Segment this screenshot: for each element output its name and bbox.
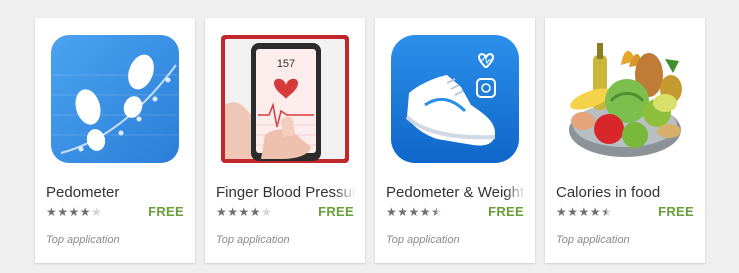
star-icon: ★ — [46, 205, 58, 219]
price-label: FREE — [658, 204, 694, 219]
app-card[interactable]: Calories in food ★★★★★ FREE Top applicat… — [545, 18, 705, 263]
star-icon: ★ — [578, 205, 590, 219]
price-label: FREE — [488, 204, 524, 219]
badge-text: Top application — [216, 234, 290, 246]
star-icon: ★ — [556, 205, 568, 219]
star-icon: ★ — [79, 205, 92, 219]
badge-text: Top application — [386, 234, 460, 246]
star-icon: ★ — [238, 205, 250, 219]
food-bowl-icon — [561, 35, 689, 163]
rating-stars: ★★★★★ — [46, 205, 102, 219]
app-card[interactable]: 157 Finger Blood Pressure ★★★★★ FREE Top… — [205, 18, 365, 263]
footprints-icon — [51, 35, 179, 163]
app-title[interactable]: Finger Blood Pressure — [216, 184, 356, 201]
price-label: FREE — [318, 204, 354, 219]
app-title[interactable]: Pedometer & Weight — [386, 184, 526, 201]
rating-stars: ★★★★★ — [386, 205, 442, 219]
star-icon: ★ — [261, 205, 273, 219]
star-icon: ★ — [68, 205, 80, 219]
star-icon: ★ — [567, 205, 579, 219]
star-icon: ★ — [227, 205, 239, 219]
svg-text:157: 157 — [277, 58, 295, 70]
star-icon: ★ — [397, 205, 409, 219]
star-icon: ★ — [431, 205, 443, 219]
price-label: FREE — [148, 204, 184, 219]
star-icon: ★ — [386, 205, 398, 219]
rating-stars: ★★★★★ — [556, 205, 612, 219]
star-icon: ★ — [91, 205, 103, 219]
app-card[interactable]: Pedometer ★★★★★ FREE Top application — [35, 18, 195, 263]
star-icon: ★ — [57, 205, 69, 219]
star-icon: ★ — [589, 205, 602, 219]
star-icon: ★ — [601, 205, 613, 219]
app-title[interactable]: Calories in food — [556, 184, 696, 201]
badge-text: Top application — [556, 234, 630, 246]
star-icon: ★ — [249, 205, 262, 219]
star-icon: ★ — [216, 205, 228, 219]
app-title[interactable]: Pedometer — [46, 184, 186, 201]
badge-text: Top application — [46, 234, 120, 246]
rating-stars: ★★★★★ — [216, 205, 272, 219]
sneaker-icon — [391, 35, 519, 163]
star-icon: ★ — [419, 205, 432, 219]
phone-heartbeat-icon: 157 — [221, 35, 349, 163]
app-card[interactable]: Pedometer & Weight ★★★★★ FREE Top applic… — [375, 18, 535, 263]
star-icon: ★ — [408, 205, 420, 219]
